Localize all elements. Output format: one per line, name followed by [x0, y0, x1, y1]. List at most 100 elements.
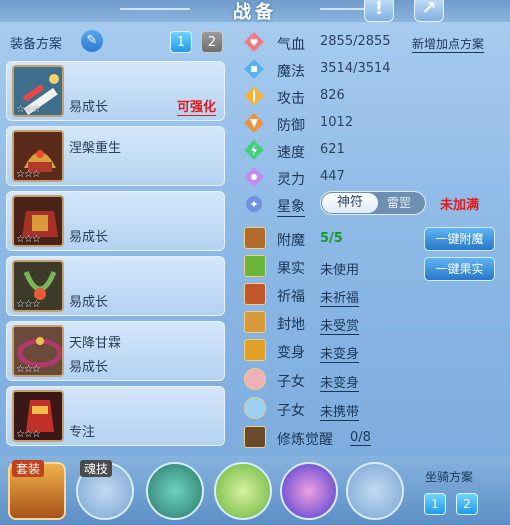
star-rating: ☆☆☆	[16, 234, 41, 245]
star-rating: ☆☆☆	[16, 169, 41, 180]
toggle-option-shenfu[interactable]: 神符	[322, 193, 378, 213]
cultivation-icon	[244, 426, 266, 448]
equipment-slot-necklace[interactable]: ☆☆☆ 易成长	[6, 256, 225, 316]
equipment-panel: 战备 ! ↗ 装备方案 ✎ 1 2 ☆☆☆ 易成长 可强化 ☆☆☆ 涅槃重生 ☆…	[0, 0, 510, 525]
equipment-name: 易成长	[69, 230, 109, 245]
svg-text:♥: ♥	[250, 38, 259, 49]
enhance-value: 5/5	[320, 231, 343, 246]
enhance-value[interactable]: 未变身	[320, 372, 360, 392]
scheme-tab-2[interactable]: 2	[201, 31, 223, 53]
one-click-enchant-button[interactable]: 一键附魔	[424, 227, 495, 251]
stat-label: 防御	[277, 118, 305, 134]
xingxiang-label[interactable]: 星象	[277, 196, 305, 217]
child-icon	[244, 368, 266, 390]
equipment-name: 易成长	[69, 295, 109, 310]
equipment-slot-weapon[interactable]: ☆☆☆ 易成长 可强化	[6, 61, 225, 121]
title-ornament-left	[120, 8, 190, 10]
mount-tab-1[interactable]: 1	[424, 493, 446, 515]
svg-text:✦: ✦	[249, 198, 258, 211]
star-sign-icon: ✦	[244, 194, 264, 214]
skill-slot-2[interactable]	[214, 462, 272, 520]
title-bar: 战备 ! ↗	[0, 0, 510, 23]
skill-slot-1[interactable]	[146, 462, 204, 520]
stat-label: 气血	[277, 37, 305, 53]
suit-label: 套装	[12, 460, 45, 477]
star-rating: ☆☆☆	[16, 299, 41, 310]
necklace-icon: ☆☆☆	[12, 260, 64, 312]
equipment-slot-armor[interactable]: ☆☆☆ 易成长	[6, 191, 225, 251]
enhance-value[interactable]: 未祈福	[320, 287, 360, 307]
mount-scheme-label: 坐骑方案	[425, 470, 474, 484]
paw-icon	[244, 397, 266, 419]
transform-icon	[244, 339, 266, 361]
helmet-icon: ☆☆☆	[12, 130, 64, 182]
enhance-value[interactable]: 未变身	[320, 343, 360, 363]
enhance-value[interactable]: 0/8	[350, 430, 371, 446]
skill-slot-empty[interactable]	[346, 462, 404, 520]
blessing-icon	[244, 283, 266, 305]
enhance-value[interactable]: 未受赏	[320, 315, 360, 335]
equipment-slot-boots[interactable]: ☆☆☆ 专注	[6, 386, 225, 446]
stat-value: 621	[320, 142, 345, 157]
xingxiang-status: 未加满	[440, 198, 480, 213]
equipment-scheme-label: 装备方案	[10, 37, 63, 52]
mount-tab-2[interactable]: 2	[456, 493, 478, 515]
boots-icon: ☆☆☆	[12, 390, 64, 442]
defense-icon	[244, 113, 264, 133]
belt-icon: ☆☆☆	[12, 325, 64, 377]
weapon-icon: ☆☆☆	[12, 65, 64, 117]
edit-pencil-icon[interactable]: ✎	[81, 30, 103, 52]
scheme-tab-1[interactable]: 1	[170, 31, 192, 53]
fruit-icon	[244, 255, 266, 277]
stat-label: 魔法	[277, 64, 305, 80]
equipment-name: 涅槃重生	[69, 141, 122, 156]
one-click-fruit-button[interactable]: 一键果实	[424, 257, 495, 281]
star-rating: ☆☆☆	[16, 364, 41, 375]
equipment-slot-helmet[interactable]: ☆☆☆ 涅槃重生	[6, 126, 225, 186]
stat-label: 速度	[277, 145, 305, 161]
star-rating: ☆☆☆	[16, 429, 41, 440]
soul-skill-label: 魂技	[80, 460, 113, 477]
equipment-subtitle: 易成长	[69, 360, 109, 375]
equipment-name: 专注	[69, 425, 96, 440]
enhance-label: 祈福	[277, 289, 305, 305]
equipment-slot-belt[interactable]: ☆☆☆ 天降甘霖 易成长	[6, 321, 225, 381]
share-button[interactable]: ↗	[414, 0, 444, 22]
stat-value: 2855/2855	[320, 34, 391, 49]
equipment-name: 天降甘霖	[69, 336, 122, 351]
enhance-label: 修炼觉醒	[277, 432, 333, 448]
help-button[interactable]: !	[364, 0, 394, 22]
enchant-icon	[244, 227, 266, 249]
enhance-value: 未使用	[320, 263, 360, 278]
enhance-label: 子女	[277, 374, 305, 390]
page-title: 战备	[233, 2, 277, 23]
soul-skill-button[interactable]: 魂技	[76, 460, 134, 520]
stat-value: 1012	[320, 115, 354, 130]
stat-label: 攻击	[277, 91, 305, 107]
stat-value: 826	[320, 88, 345, 103]
stat-value: 447	[320, 169, 345, 184]
armor-icon: ☆☆☆	[12, 195, 64, 247]
mana-icon	[244, 59, 264, 79]
equipment-name: 易成长	[69, 100, 109, 115]
toggle-option-leigang[interactable]: 雷罡	[377, 193, 421, 213]
star-rating: ☆☆☆	[16, 104, 41, 115]
fief-icon	[244, 311, 266, 333]
stat-label: 灵力	[277, 172, 305, 188]
upgrade-link[interactable]: 可强化	[176, 96, 216, 116]
enhance-label: 果实	[277, 261, 305, 277]
enhance-label: 变身	[277, 345, 305, 361]
enhance-label: 封地	[277, 317, 305, 333]
enhance-value[interactable]: 未携带	[320, 401, 360, 421]
speed-icon	[244, 140, 264, 160]
enhance-label: 子女	[277, 403, 305, 419]
spirit-icon	[244, 167, 264, 187]
enhance-label: 附魔	[277, 233, 305, 249]
attack-icon	[244, 86, 264, 106]
stat-value: 3514/3514	[320, 61, 391, 76]
xingxiang-toggle[interactable]: 神符 雷罡	[320, 191, 426, 215]
heart-icon: ♥	[244, 32, 264, 52]
suit-button[interactable]: 套装	[8, 460, 66, 520]
add-points-plan-link[interactable]: 新增加点方案	[412, 35, 485, 53]
skill-slot-3[interactable]	[280, 462, 338, 520]
